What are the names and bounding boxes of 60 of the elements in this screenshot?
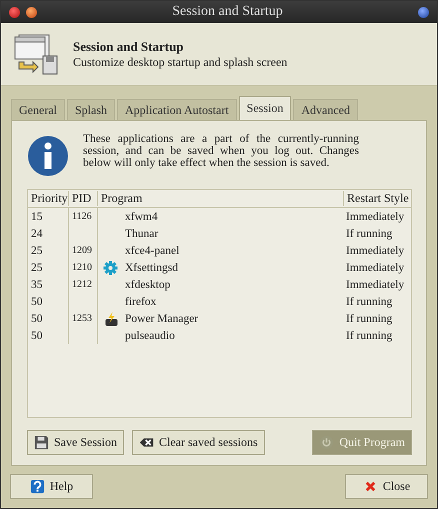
help-button[interactable]: Help [10,474,93,499]
table-cell-text: If running [345,330,394,342]
table-row[interactable]: 50 pulseaudio If running [28,327,411,344]
table-cell-text: 1253 [71,313,92,324]
table-cell-text: Power Manager [124,312,198,324]
column-header[interactable]: Program [97,191,343,206]
tab[interactable]: Splash [66,99,115,120]
table-cell-text: 1212 [71,279,92,290]
table-cell-text: 24 [30,228,44,240]
table-row[interactable]: 35 1212 xfdesktop Immediately [28,276,411,293]
table-cell-text: pulseaudio [124,330,175,342]
table-row[interactable]: 50 firefox If running [28,293,411,310]
minimize-window-button[interactable] [26,6,37,18]
table-row[interactable]: 15 1126 xfwm4 Immediately [28,208,411,225]
table-cell-text: xfwm4 [124,210,158,222]
help-icon [30,479,45,494]
close-button[interactable]: Close [345,474,428,499]
table-cell-text: 1210 [71,262,92,273]
table-cell-text: 50 [30,312,44,324]
table-cell-text: If running [345,296,394,308]
info-icon [27,135,69,177]
window-title: Session and Startup [171,4,284,20]
table-cell-text: xfce4-panel [124,244,180,256]
table-row[interactable]: 25 1210 Xfsettingsd Immediately [28,259,411,276]
tab[interactable]: Application Autostart [117,99,237,120]
column-header[interactable]: PID [68,191,97,206]
table-cell-text: Thunar [124,228,158,240]
table-cell-text: firefox [124,296,156,308]
table-cell-text: 25 [30,262,44,274]
table-cell-text: If running [345,312,394,324]
table-cell-text: Immediately [345,210,406,222]
header-title: Session and Startup [73,38,185,54]
info-text: These applications are a part of the currently-running session, and can be saved when you log out. Changes below will only take effect when the session is saved. [83,133,359,169]
table-row[interactable]: 25 1209 xfce4-panel Immediately [28,242,411,259]
table-cell-text: 1209 [71,245,92,256]
table-cell-text: xfdesktop [124,278,170,290]
maximize-window-button[interactable] [418,6,429,18]
tab[interactable]: Session [238,96,292,120]
gear-icon [102,260,119,276]
tab[interactable]: Advanced [293,99,358,120]
table-cell-text: Immediately [345,244,406,256]
close-window-button[interactable] [9,6,20,18]
table-cell-text: Immediately [345,262,406,274]
table-cell-text: If running [345,228,394,240]
table-cell-text: 50 [30,330,44,342]
clear-button[interactable]: Clear saved sessions [132,430,265,455]
column-header[interactable]: Priority [28,191,68,206]
table-row[interactable]: 50 1253 Power Manager If running [28,310,411,327]
tab[interactable]: General [11,99,65,120]
table-cell-text: 15 [30,210,44,222]
table-cell-text: 1126 [71,211,92,222]
save-button[interactable]: Save Session [27,430,124,455]
column-header[interactable]: Restart Style [343,191,411,206]
header-subtitle: Customize desktop startup and splash screen [73,54,288,70]
table-row[interactable]: 24 Thunar If running [28,225,411,242]
table-cell-text: Immediately [345,278,406,290]
table-cell-text: 25 [30,244,44,256]
table-cell-text: Xfsettingsd [124,262,178,274]
table-cell-text: 35 [30,278,44,290]
table-cell-text: 50 [30,296,44,308]
